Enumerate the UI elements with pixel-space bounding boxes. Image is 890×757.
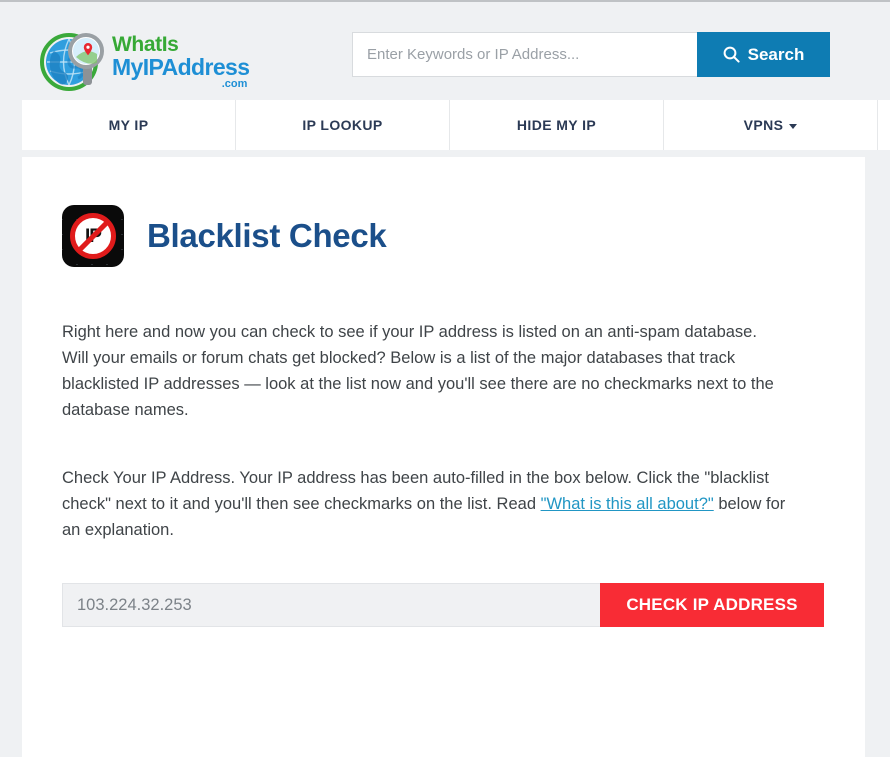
search-input[interactable] [352,32,697,77]
instructions-paragraph: Check Your IP Address. Your IP address h… [22,465,794,543]
page-title: Blacklist Check [147,217,387,255]
search-button[interactable]: Search [697,32,830,77]
nav-item-hide-my-ip[interactable]: HIDE MY IP [450,100,664,150]
site-logo[interactable]: WhatIs MyIPAddress .com [38,22,268,100]
logo-wordmark: WhatIs MyIPAddress .com [112,33,250,90]
main-navigation: MY IP IP LOOKUP HIDE MY IP VPNS · [22,100,890,150]
nav-item-ip-lookup[interactable]: IP LOOKUP [236,100,450,150]
nav-item-overflow[interactable]: · [878,100,890,150]
ip-address-input[interactable] [62,583,600,628]
chevron-down-icon [789,123,798,129]
check-ip-address-button[interactable]: CHECK IP ADDRESS [600,583,824,628]
intro-paragraph: Right here and now you can check to see … [62,323,774,420]
logo-line-1: WhatIs [112,33,179,56]
nav-item-label: VPNS [743,117,784,133]
globe-magnifier-icon [38,27,106,95]
nav-item-label: IP LOOKUP [302,117,383,133]
search-bar: Search [352,32,830,77]
main-content-card: IP Blacklist Check Right here and now yo… [22,157,865,757]
nav-item-vpns[interactable]: VPNS [664,100,878,150]
search-icon [723,46,740,63]
ip-check-row: CHECK IP ADDRESS [62,583,824,628]
blacklist-prohibition-icon: IP [62,205,124,268]
site-header: WhatIs MyIPAddress .com Search [0,4,890,100]
nav-item-label: MY IP [108,117,149,133]
page-title-row: IP Blacklist Check [22,157,865,277]
logo-line-2: MyIPAddress [112,54,250,80]
what-is-this-all-about-link[interactable]: "What is this all about?" [541,495,714,513]
page-root: WhatIs MyIPAddress .com Search MY IP [0,0,890,757]
search-button-label: Search [747,44,805,64]
nav-item-label: HIDE MY IP [516,117,597,133]
nav-item-my-ip[interactable]: MY IP [22,100,236,150]
logo-dotcom: .com [221,78,248,90]
